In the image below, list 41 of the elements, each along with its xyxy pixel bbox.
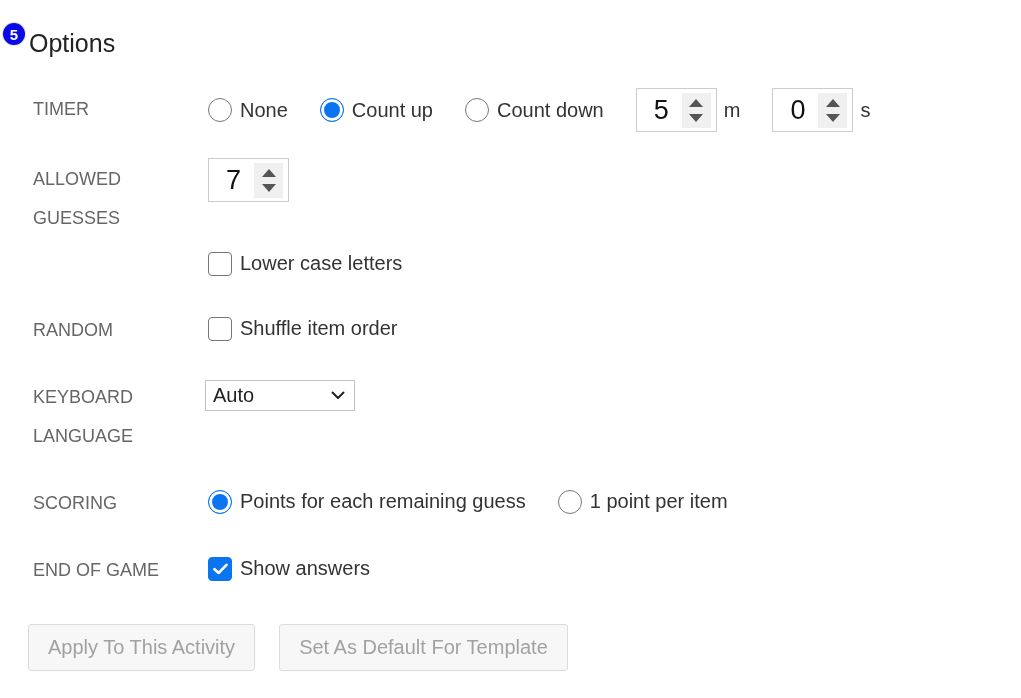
spin-buttons[interactable] xyxy=(254,162,283,198)
dropdown[interactable]: Auto xyxy=(205,380,355,411)
radio-button[interactable] xyxy=(208,489,232,514)
field-label: TIMER xyxy=(33,98,90,121)
section-title: Options xyxy=(29,28,116,59)
option-label: Shuffle item order xyxy=(240,317,398,340)
chevron-down-icon xyxy=(331,391,345,400)
number-field[interactable]: 5 xyxy=(635,88,717,132)
radio-button[interactable] xyxy=(319,98,344,122)
triangle-down-icon[interactable] xyxy=(689,113,704,122)
field-label: ALLOWED GUESSES xyxy=(33,168,123,230)
radio-button[interactable] xyxy=(208,98,232,122)
checkbox[interactable] xyxy=(208,316,232,341)
option-label: Show answers xyxy=(240,557,371,580)
triangle-up-icon[interactable] xyxy=(261,168,276,177)
field-label: END OF GAME xyxy=(33,559,160,582)
option-label: None xyxy=(240,98,288,122)
number-field[interactable]: 0 xyxy=(772,88,854,132)
step-badge: 5 xyxy=(3,23,25,45)
unit-label: m xyxy=(723,98,741,122)
radio-button[interactable] xyxy=(557,489,582,514)
spin-buttons[interactable] xyxy=(681,92,711,128)
option-label: Lower case letters xyxy=(240,252,403,275)
triangle-up-icon[interactable] xyxy=(825,98,840,107)
option-label: Count down xyxy=(497,98,604,122)
triangle-up-icon[interactable] xyxy=(689,98,704,107)
option-label: Points for each remaining guess xyxy=(240,490,526,513)
triangle-down-icon[interactable] xyxy=(825,113,840,122)
check-icon xyxy=(212,562,228,575)
triangle-down-icon[interactable] xyxy=(261,183,276,192)
option-label: 1 point per item xyxy=(589,490,728,513)
option-label: Count up xyxy=(351,98,433,122)
spin-buttons[interactable] xyxy=(818,92,848,128)
radio-button[interactable] xyxy=(465,98,489,122)
field-label: RANDOM xyxy=(33,319,114,342)
field-label: SCORING xyxy=(33,492,118,515)
checkbox[interactable] xyxy=(208,556,232,581)
number-field[interactable]: 7 xyxy=(208,158,289,202)
unit-label: s xyxy=(860,98,871,122)
checkbox[interactable] xyxy=(208,251,232,276)
field-label: KEYBOARD LANGUAGE xyxy=(33,386,135,448)
